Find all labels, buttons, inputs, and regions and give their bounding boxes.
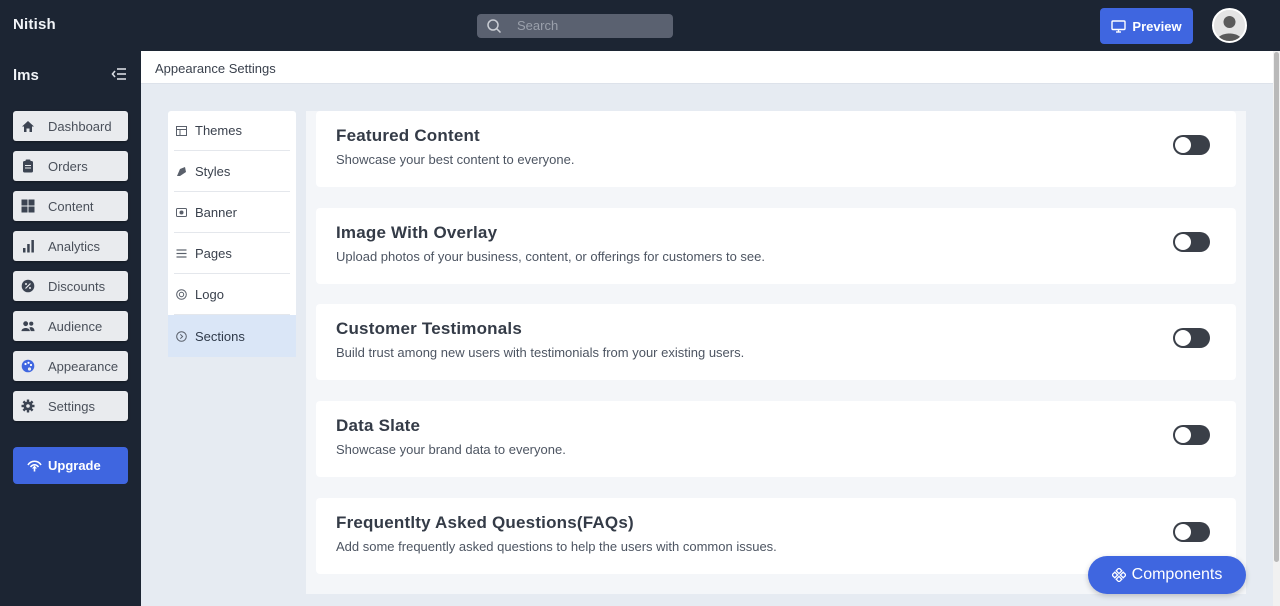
section-card-image-with-overlay: Image With Overlay Upload photos of your… xyxy=(316,208,1236,284)
breadcrumb-bar: Appearance Settings xyxy=(141,51,1273,84)
sidebar-item-label: Discounts xyxy=(48,278,106,294)
gear-icon xyxy=(21,399,35,413)
top-bar: Nitish Search Preview xyxy=(0,0,1280,51)
section-title: Image With Overlay xyxy=(336,223,498,242)
subnav-item-logo[interactable]: Logo xyxy=(174,275,290,315)
components-icon xyxy=(1111,568,1126,582)
section-toggle[interactable] xyxy=(1173,328,1210,348)
bar-chart-icon xyxy=(21,239,35,253)
section-description: Build trust among new users with testimo… xyxy=(336,345,745,360)
sidebar-item-orders[interactable]: Orders xyxy=(13,151,128,181)
preview-label: Preview xyxy=(1132,18,1182,34)
section-toggle[interactable] xyxy=(1173,425,1210,445)
subnav-item-styles[interactable]: Styles xyxy=(174,152,290,192)
sidebar-item-audience[interactable]: Audience xyxy=(13,311,128,341)
section-description: Upload photos of your business, content,… xyxy=(336,249,765,264)
sidebar-item-label: Dashboard xyxy=(48,118,112,134)
sidebar: lms Dashboard Orders Content Analytics D… xyxy=(0,51,141,606)
subnav-item-label: Styles xyxy=(195,164,231,179)
subnav-item-banner[interactable]: Banner xyxy=(174,193,290,233)
sidebar-item-discounts[interactable]: Discounts xyxy=(13,271,128,301)
avatar[interactable] xyxy=(1212,8,1247,43)
sidebar-item-dashboard[interactable]: Dashboard xyxy=(13,111,128,141)
toggle-knob xyxy=(1175,137,1191,153)
styles-icon xyxy=(176,166,187,177)
subnav-item-themes[interactable]: Themes xyxy=(174,111,290,151)
subnav-item-sections[interactable]: Sections xyxy=(168,315,296,357)
workspace-name: lms xyxy=(13,67,39,84)
discount-icon xyxy=(21,279,35,293)
subnav-item-pages[interactable]: Pages xyxy=(174,234,290,274)
collapse-sidebar-icon[interactable] xyxy=(111,67,127,81)
sidebar-item-content[interactable]: Content xyxy=(13,191,128,221)
toggle-knob xyxy=(1175,234,1191,250)
breadcrumb: Appearance Settings xyxy=(155,61,276,76)
subnav-item-label: Pages xyxy=(195,246,232,261)
sections-panel: Featured Content Showcase your best cont… xyxy=(306,111,1246,594)
sidebar-item-label: Audience xyxy=(48,318,103,334)
subnav-item-label: Sections xyxy=(195,328,245,344)
monitor-icon xyxy=(1111,19,1127,33)
section-title: Customer Testimonals xyxy=(336,319,523,338)
users-icon xyxy=(21,319,35,333)
sidebar-item-label: Orders xyxy=(48,158,88,174)
palette-icon xyxy=(21,359,35,373)
pages-icon xyxy=(176,248,187,259)
banner-icon xyxy=(176,207,187,218)
scrollbar-thumb[interactable] xyxy=(1274,52,1279,562)
toggle-knob xyxy=(1175,330,1191,346)
search-icon xyxy=(487,19,502,34)
section-title: Data Slate xyxy=(336,416,421,435)
components-button[interactable]: Components xyxy=(1088,556,1246,594)
sidebar-item-label: Settings xyxy=(48,398,95,414)
subnav-item-label: Themes xyxy=(195,123,242,138)
section-card-customer-testimonials: Customer Testimonals Build trust among n… xyxy=(316,304,1236,380)
clipboard-icon xyxy=(21,159,35,173)
section-title: Featured Content xyxy=(336,126,480,145)
section-toggle[interactable] xyxy=(1173,232,1210,252)
section-description: Add some frequently asked questions to h… xyxy=(336,539,777,554)
brand-name: Nitish xyxy=(13,16,56,33)
home-icon xyxy=(21,119,35,133)
themes-icon xyxy=(176,125,187,136)
sections-icon xyxy=(176,330,187,342)
section-title: Frequentlty Asked Questions(FAQs) xyxy=(336,513,634,532)
sidebar-item-label: Content xyxy=(48,198,94,214)
sidebar-item-settings[interactable]: Settings xyxy=(13,391,128,421)
appearance-subnav: Themes Styles Banner Pages Logo Sections xyxy=(168,111,296,357)
section-toggle[interactable] xyxy=(1173,522,1210,542)
toggle-knob xyxy=(1175,427,1191,443)
upgrade-label: Upgrade xyxy=(48,458,101,473)
toggle-knob xyxy=(1175,524,1191,540)
sidebar-item-analytics[interactable]: Analytics xyxy=(13,231,128,261)
preview-button[interactable]: Preview xyxy=(1100,8,1193,44)
section-toggle[interactable] xyxy=(1173,135,1210,155)
section-description: Showcase your best content to everyone. xyxy=(336,152,575,167)
subnav-item-label: Banner xyxy=(195,205,237,220)
sidebar-item-appearance[interactable]: Appearance xyxy=(13,351,128,381)
components-label: Components xyxy=(1131,566,1223,583)
section-card-data-slate: Data Slate Showcase your brand data to e… xyxy=(316,401,1236,477)
logo-icon xyxy=(176,289,187,300)
upgrade-button[interactable]: Upgrade xyxy=(13,447,128,484)
search-placeholder: Search xyxy=(517,18,559,33)
upgrade-icon xyxy=(27,460,42,472)
search-input[interactable]: Search xyxy=(477,14,673,38)
section-description: Showcase your brand data to everyone. xyxy=(336,442,566,457)
sidebar-item-label: Analytics xyxy=(48,238,101,254)
subnav-item-label: Logo xyxy=(195,287,224,302)
grid-icon xyxy=(21,199,35,213)
section-card-featured-content: Featured Content Showcase your best cont… xyxy=(316,111,1236,187)
sidebar-item-label: Appearance xyxy=(48,358,119,374)
user-avatar-icon xyxy=(1214,10,1245,41)
